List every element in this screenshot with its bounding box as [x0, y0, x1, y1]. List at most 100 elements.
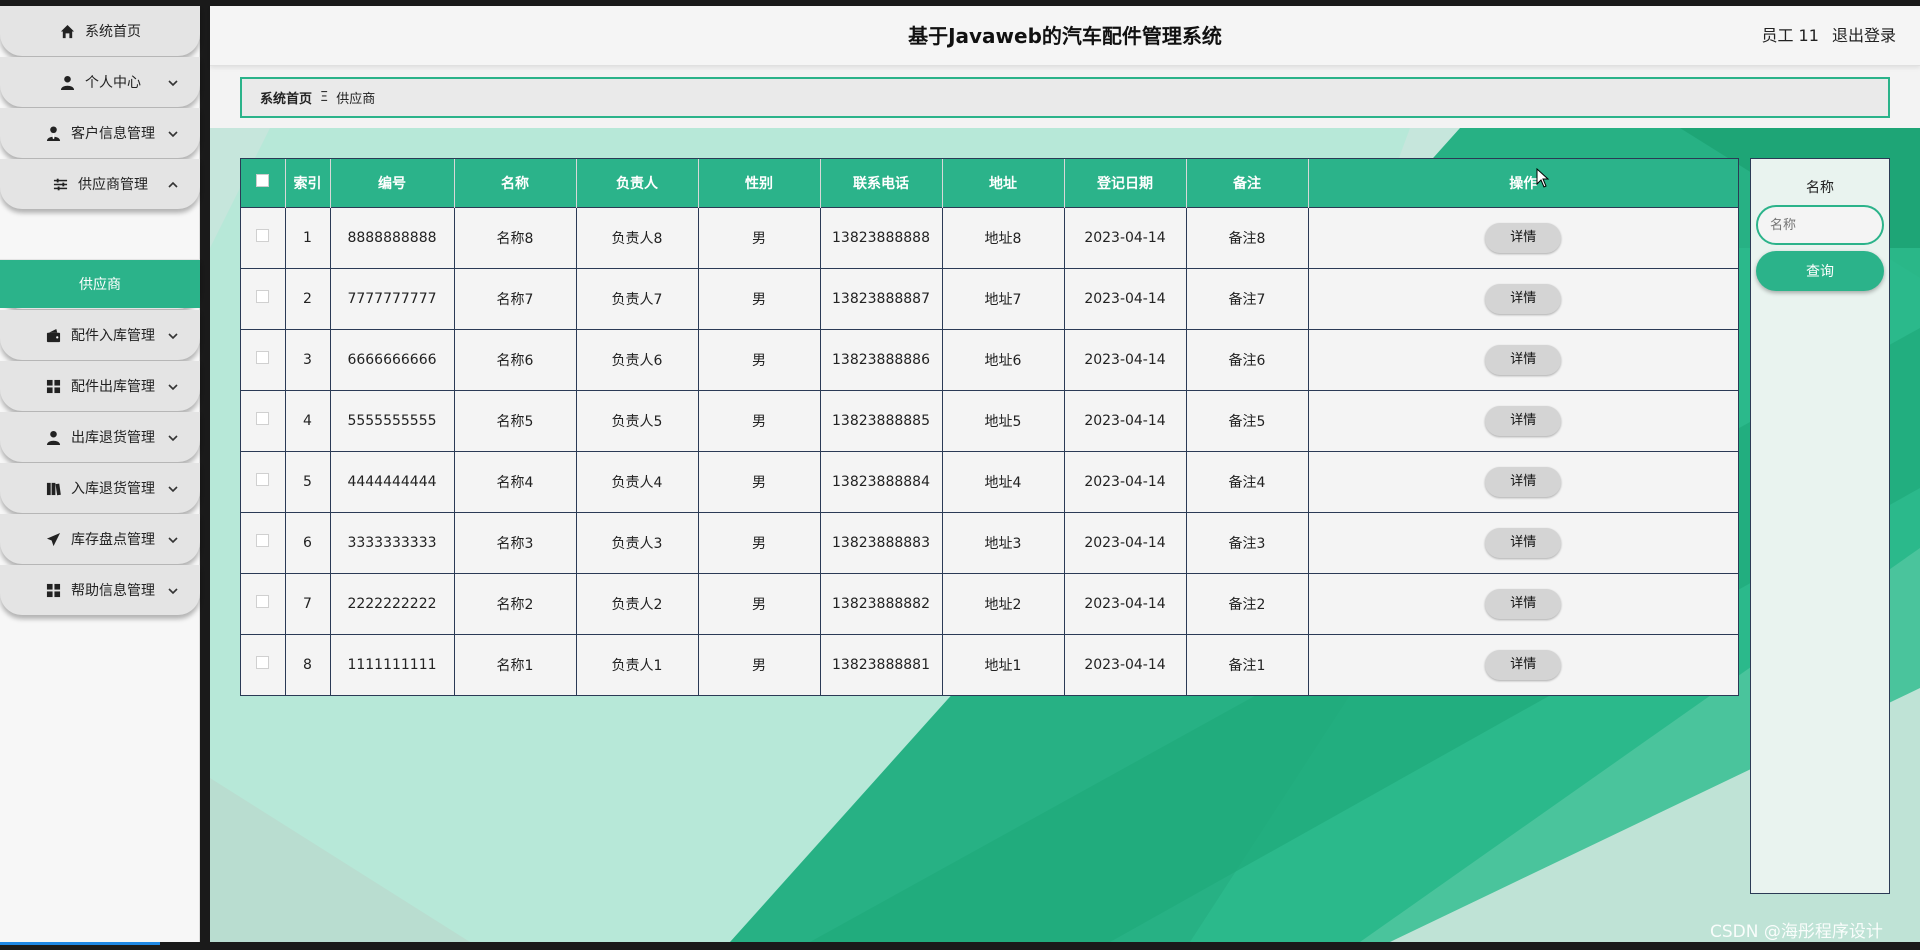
chevron-up-icon — [168, 178, 178, 188]
sidebar-item-label: 帮助信息管理 — [71, 583, 155, 599]
cell-manager: 负责人8 — [576, 206, 699, 268]
sidebar-item-2[interactable]: 客户信息管理 — [0, 108, 200, 158]
detail-button[interactable]: 详情 — [1485, 466, 1562, 497]
user-name: 员工 11 — [1761, 26, 1819, 45]
row-checkbox[interactable] — [256, 412, 270, 425]
sliders-icon — [52, 176, 68, 192]
sidebar-item-5[interactable]: 配件入库管理 — [0, 310, 200, 360]
sidebar-item-1[interactable]: 个人中心 — [0, 57, 200, 107]
breadcrumb-current: 供应商 — [336, 92, 376, 107]
cell-actions: 详情 — [1308, 572, 1738, 634]
logout-link[interactable]: 退出登录 — [1832, 26, 1896, 45]
cell-code: 6666666666 — [330, 328, 455, 390]
content-area: 索引 编号 名称 负责人 性别 联系电话 地址 登记日期 备注 操作 1 8888888888 名称8… — [210, 128, 1920, 942]
cell-code: 2222222222 — [330, 572, 455, 634]
breadcrumb-home[interactable]: 系统首页 — [260, 88, 312, 107]
detail-button[interactable]: 详情 — [1485, 344, 1562, 375]
cell-name: 名称3 — [454, 511, 577, 573]
cell-index: 5 — [285, 450, 331, 512]
sidebar-item-0[interactable]: 系统首页 — [0, 6, 200, 56]
main-area: 基于Javaweb的汽车配件管理系统 员工 11 退出登录 系统首页 Ξ 供应商 — [210, 6, 1920, 942]
search-input[interactable] — [1756, 205, 1884, 245]
cell-phone: 13823888881 — [820, 633, 943, 695]
sidebar: 系统首页个人中心客户信息管理供应商管理配件信息管理配件入库管理配件出库管理出库退… — [0, 6, 200, 942]
row-checkbox[interactable] — [256, 534, 270, 547]
cell-gender: 男 — [698, 633, 821, 695]
sidebar-item-7[interactable]: 出库退货管理 — [0, 412, 200, 462]
sidebar-item-9[interactable]: 库存盘点管理 — [0, 514, 200, 564]
table-row: 7 2222222222 名称2 负责人2 男 13823888882 地址2 2023-04… — [241, 572, 1738, 634]
breadcrumb-separator: Ξ — [320, 90, 329, 105]
row-checkbox[interactable] — [256, 351, 270, 364]
user-tie-icon — [45, 125, 61, 141]
select-all-checkbox[interactable] — [256, 174, 270, 188]
user-icon — [45, 429, 61, 445]
cell-address: 地址4 — [942, 450, 1065, 512]
mouse-cursor-icon — [1536, 168, 1550, 188]
column-header: 地址 — [942, 159, 1065, 207]
cell-date: 2023-04-14 — [1064, 389, 1187, 451]
cell-address: 地址2 — [942, 572, 1065, 634]
chevron-down-icon — [168, 380, 178, 391]
cell-index: 1 — [285, 206, 331, 268]
row-checkbox[interactable] — [256, 473, 270, 486]
cell-phone: 13823888888 — [820, 206, 943, 268]
row-checkbox[interactable] — [256, 290, 270, 303]
cell-actions: 详情 — [1308, 267, 1738, 329]
detail-button[interactable]: 详情 — [1485, 527, 1562, 558]
cell-note: 备注5 — [1186, 389, 1309, 451]
cell-actions: 详情 — [1308, 511, 1738, 573]
detail-button[interactable]: 详情 — [1485, 588, 1562, 619]
row-select-cell — [241, 389, 286, 451]
user-icon — [59, 74, 75, 90]
cell-address: 地址6 — [942, 328, 1065, 390]
cell-date: 2023-04-14 — [1064, 572, 1187, 634]
cell-code: 8888888888 — [330, 206, 455, 268]
detail-button[interactable]: 详情 — [1485, 283, 1562, 314]
cell-manager: 负责人3 — [576, 511, 699, 573]
breadcrumb: 系统首页 Ξ 供应商 — [240, 77, 1890, 118]
column-header: 操作 — [1308, 159, 1738, 207]
cell-note: 备注2 — [1186, 572, 1309, 634]
watermark: CSDN @海彤程序设计 — [1710, 922, 1883, 942]
search-button[interactable]: 查询 — [1756, 251, 1884, 291]
cell-gender: 男 — [698, 389, 821, 451]
sidebar-item-6[interactable]: 配件出库管理 — [0, 361, 200, 411]
cell-note: 备注6 — [1186, 328, 1309, 390]
detail-button[interactable]: 详情 — [1485, 649, 1562, 680]
detail-button[interactable]: 详情 — [1485, 222, 1562, 253]
chevron-down-icon — [168, 482, 178, 493]
sidebar-item-3[interactable]: 供应商管理 — [0, 159, 200, 209]
cell-gender: 男 — [698, 206, 821, 268]
cell-address: 地址3 — [942, 511, 1065, 573]
chevron-down-icon — [168, 431, 178, 442]
book-icon — [45, 480, 61, 496]
cell-index: 7 — [285, 572, 331, 634]
table-row: 8 1111111111 名称1 负责人1 男 13823888881 地址1 2023-04… — [241, 633, 1738, 695]
cell-phone: 13823888887 — [820, 267, 943, 329]
row-select-cell — [241, 267, 286, 329]
sidebar-item-8[interactable]: 入库退货管理 — [0, 463, 200, 513]
sidebar-item-10[interactable]: 帮助信息管理 — [0, 565, 200, 615]
select-all-header[interactable] — [241, 159, 286, 207]
chevron-down-icon — [168, 329, 178, 340]
cell-index: 4 — [285, 389, 331, 451]
video-progress-bar — [0, 942, 160, 945]
column-header: 联系电话 — [820, 159, 943, 207]
cell-code: 3333333333 — [330, 511, 455, 573]
sidebar-subitem-supplier[interactable]: 供应商 — [0, 260, 200, 308]
cell-date: 2023-04-14 — [1064, 633, 1187, 695]
cell-address: 地址1 — [942, 633, 1065, 695]
cell-note: 备注8 — [1186, 206, 1309, 268]
row-checkbox[interactable] — [256, 656, 270, 670]
cell-phone: 13823888882 — [820, 572, 943, 634]
row-checkbox[interactable] — [256, 229, 270, 242]
cell-date: 2023-04-14 — [1064, 511, 1187, 573]
cell-address: 地址5 — [942, 389, 1065, 451]
detail-button[interactable]: 详情 — [1485, 405, 1562, 436]
row-select-cell — [241, 572, 286, 634]
row-checkbox[interactable] — [256, 595, 270, 608]
cell-gender: 男 — [698, 450, 821, 512]
cell-note: 备注1 — [1186, 633, 1309, 695]
screen-bottom-edge — [0, 942, 1920, 950]
